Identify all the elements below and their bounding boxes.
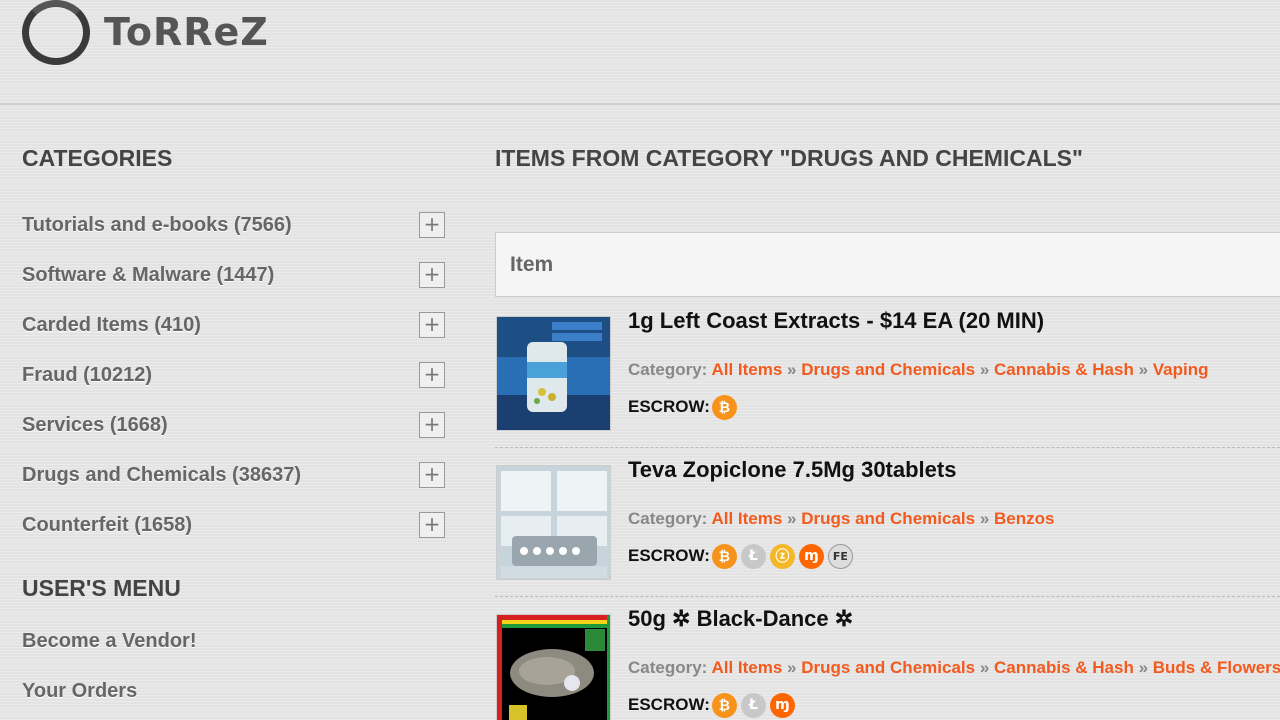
escrow-row: ESCROW: ₿ Łⓩ ɱ FE	[628, 542, 857, 570]
category-item[interactable]: Counterfeit (1658) +	[22, 500, 447, 550]
site-header: ToRReZ	[0, 0, 1280, 105]
user-menu-link[interactable]: Your Orders	[22, 680, 137, 703]
bitcoin-icon: ₿	[711, 543, 737, 569]
breadcrumb-separator: »	[979, 509, 990, 528]
category-breadcrumb-link[interactable]: All Items	[711, 509, 782, 528]
category-link[interactable]: Services (1668)	[22, 414, 168, 437]
breadcrumb-separator: »	[787, 360, 797, 379]
category-breadcrumb-link[interactable]: All Items	[711, 658, 782, 677]
category-breadcrumb-link[interactable]: Drugs and Chemicals	[801, 509, 975, 528]
category-breadcrumb-link[interactable]: Benzos	[994, 509, 1054, 528]
item-title-link[interactable]: Teva Zopiclone 7.5Mg 30tablets	[628, 457, 956, 483]
category-breadcrumb-link[interactable]: Cannabis & Hash	[994, 360, 1134, 379]
breadcrumb-separator: »	[1138, 360, 1149, 379]
sidebar: CATEGORIES Tutorials and e-books (7566) +…	[22, 140, 447, 716]
zcash-icon: ⓩ	[769, 543, 795, 569]
expand-plus-icon[interactable]: +	[419, 212, 445, 238]
item-thumbnail[interactable]	[496, 614, 611, 720]
category-item[interactable]: Tutorials and e-books (7566) +	[22, 200, 447, 250]
category-link[interactable]: Counterfeit (1658)	[22, 514, 192, 537]
escrow-label: ESCROW:	[628, 695, 710, 714]
category-item[interactable]: Software & Malware (1447) +	[22, 250, 447, 300]
expand-plus-icon[interactable]: +	[419, 362, 445, 388]
page-title: ITEMS FROM CATEGORY "DRUGS AND CHEMICALS…	[495, 145, 1083, 171]
category-prefix: Category:	[628, 658, 708, 677]
breadcrumb-separator: »	[1138, 658, 1149, 677]
bitcoin-icon: ₿	[711, 692, 737, 718]
item-title-link[interactable]: 50g ✲ Black-Dance ✲	[628, 606, 853, 632]
litecoin-icon: Ł	[740, 543, 766, 569]
category-item[interactable]: Carded Items (410) +	[22, 300, 447, 350]
item-thumbnail[interactable]	[496, 316, 611, 431]
category-item[interactable]: Services (1668) +	[22, 400, 447, 450]
breadcrumb-separator: »	[979, 360, 990, 379]
user-menu-list: Become a Vendor! Your Orders	[22, 616, 447, 716]
user-menu-heading: USER'S MENU	[22, 575, 181, 601]
category-list: Tutorials and e-books (7566) + Software & …	[22, 200, 447, 550]
expand-plus-icon[interactable]: +	[419, 512, 445, 538]
category-prefix: Category:	[628, 360, 708, 379]
monero-icon: ɱ	[798, 543, 824, 569]
breadcrumb-separator: »	[979, 658, 990, 677]
escrow-label: ESCROW:	[628, 397, 710, 416]
monero-icon: ɱ	[769, 692, 795, 718]
user-menu-item[interactable]: Your Orders	[22, 666, 447, 716]
user-menu-link[interactable]: Become a Vendor!	[22, 630, 197, 653]
category-breadcrumb-link[interactable]: Drugs and Chemicals	[801, 360, 975, 379]
expand-plus-icon[interactable]: +	[419, 462, 445, 488]
fe-icon: FE	[827, 543, 853, 569]
category-breadcrumb-link[interactable]: Cannabis & Hash	[994, 658, 1134, 677]
expand-plus-icon[interactable]: +	[419, 262, 445, 288]
categories-heading: CATEGORIES	[22, 145, 173, 171]
item-category: Category: All Items » Drugs and Chemical…	[628, 509, 1054, 529]
category-breadcrumb-link[interactable]: Buds & Flowers	[1153, 658, 1280, 677]
category-link[interactable]: Drugs and Chemicals (38637)	[22, 464, 301, 487]
category-breadcrumb-link[interactable]: Drugs and Chemicals	[801, 658, 975, 677]
escrow-label: ESCROW:	[628, 546, 710, 565]
category-link[interactable]: Carded Items (410)	[22, 314, 201, 337]
escrow-row: ESCROW: ₿	[628, 393, 741, 421]
expand-plus-icon[interactable]: +	[419, 312, 445, 338]
item-category: Category: All Items » Drugs and Chemical…	[628, 658, 1280, 678]
category-breadcrumb-link[interactable]: All Items	[711, 360, 782, 379]
bitcoin-icon: ₿	[711, 394, 737, 420]
escrow-row: ESCROW: ₿ Łɱ	[628, 691, 799, 719]
table-header-item: Item	[510, 253, 554, 276]
user-menu-item[interactable]: Become a Vendor!	[22, 616, 447, 666]
site-logo-text[interactable]: ToRReZ	[104, 10, 269, 54]
listing-item: Teva Zopiclone 7.5Mg 30tablets Category: …	[495, 448, 1280, 597]
category-link[interactable]: Software & Malware (1447)	[22, 264, 274, 287]
category-item[interactable]: Drugs and Chemicals (38637) +	[22, 450, 447, 500]
listing-item: 1g Left Coast Extracts - $14 EA (20 MIN)…	[495, 299, 1280, 448]
listing-item: 50g ✲ Black-Dance ✲ Category: All Items »…	[495, 597, 1280, 720]
item-category: Category: All Items » Drugs and Chemical…	[628, 360, 1209, 380]
logo-icon[interactable]	[22, 0, 90, 65]
category-item[interactable]: Fraud (10212) +	[22, 350, 447, 400]
breadcrumb-separator: »	[787, 509, 797, 528]
item-thumbnail[interactable]	[496, 465, 611, 580]
category-link[interactable]: Tutorials and e-books (7566)	[22, 214, 292, 237]
main-content: ITEMS FROM CATEGORY "DRUGS AND CHEMICALS…	[495, 140, 1280, 720]
breadcrumb-separator: »	[787, 658, 797, 677]
category-prefix: Category:	[628, 509, 708, 528]
item-title-link[interactable]: 1g Left Coast Extracts - $14 EA (20 MIN)	[628, 308, 1044, 334]
category-link[interactable]: Fraud (10212)	[22, 364, 152, 387]
litecoin-icon: Ł	[740, 692, 766, 718]
table-header: Item	[495, 232, 1280, 297]
category-breadcrumb-link[interactable]: Vaping	[1153, 360, 1209, 379]
expand-plus-icon[interactable]: +	[419, 412, 445, 438]
